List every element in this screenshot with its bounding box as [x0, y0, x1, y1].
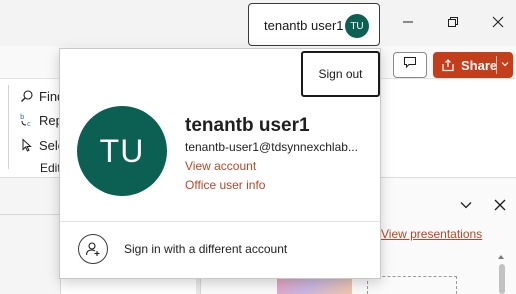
cursor-arrow-icon [18, 138, 36, 152]
share-label: Share [461, 57, 498, 73]
pane-divider [0, 214, 60, 215]
share-separator [496, 56, 497, 74]
account-flyout: Sign out TU tenantb user1 tenantb-user1@… [59, 48, 381, 279]
minimize-icon[interactable] [398, 12, 418, 32]
add-person-icon [78, 234, 108, 264]
account-name: tenantb user1 [264, 18, 344, 33]
svg-text:b: b [20, 113, 25, 121]
user-name: tenantb user1 [185, 115, 310, 136]
replace-icon: b c [18, 112, 36, 128]
search-icon [18, 89, 36, 103]
share-button[interactable]: Share [433, 52, 513, 78]
close-icon[interactable] [493, 198, 507, 217]
sign-out-button[interactable]: Sign out [301, 51, 380, 97]
account-avatar: TU [345, 14, 369, 38]
slide-thumbnail-pane[interactable] [0, 178, 60, 294]
view-account-link[interactable]: View account [185, 159, 256, 173]
svg-text:c: c [27, 120, 31, 128]
chevron-down-icon[interactable] [459, 198, 473, 217]
sign-in-different-account-label: Sign in with a different account [124, 242, 288, 256]
restore-icon[interactable] [443, 12, 463, 32]
chevron-down-icon[interactable] [499, 58, 511, 73]
office-user-info-link[interactable]: Office user info [185, 178, 265, 192]
find-button[interactable]: Find [18, 86, 64, 106]
account-button[interactable]: tenantb user1 TU [248, 3, 380, 46]
close-icon[interactable] [488, 12, 508, 32]
user-email: tenantb-user1@tdsynnexchlab... [185, 140, 358, 154]
scrollbar-thumb[interactable] [499, 264, 505, 294]
share-icon [441, 58, 455, 72]
comment-icon [403, 56, 417, 74]
title-bar: tenantb user1 TU [0, 0, 516, 46]
avatar: TU [77, 106, 167, 196]
comments-button[interactable] [393, 52, 427, 78]
group-divider [8, 85, 9, 169]
sign-in-different-account-button[interactable]: Sign in with a different account [60, 222, 380, 278]
view-presentations-link[interactable]: View presentations [381, 227, 482, 241]
